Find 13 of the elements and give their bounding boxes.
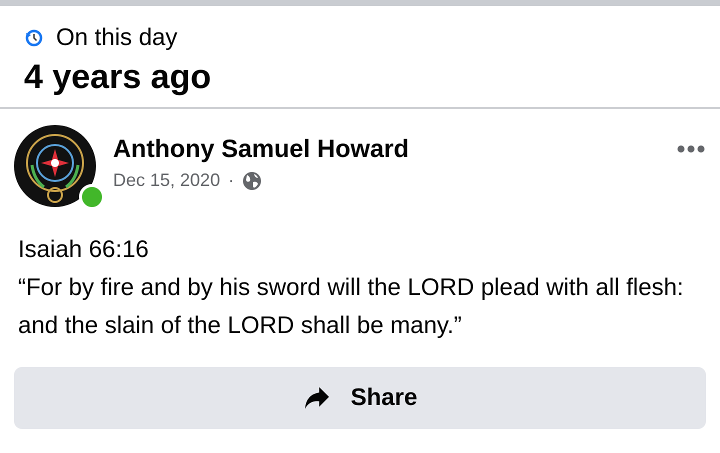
share-button[interactable]: Share xyxy=(14,367,706,429)
post-date[interactable]: Dec 15, 2020 xyxy=(113,170,220,191)
history-icon xyxy=(24,28,44,48)
globe-icon xyxy=(242,170,262,190)
separator: · xyxy=(228,170,234,191)
post-text: “For by fire and by his sword will the LORD plead with all flesh: and the slain of the LORD shall be many.” xyxy=(18,273,685,341)
share-arrow-icon xyxy=(302,386,331,410)
memory-label: On this day xyxy=(56,24,178,52)
more-options-icon[interactable] xyxy=(677,145,705,153)
post-text: Isaiah 66:16 xyxy=(18,235,150,265)
author-name[interactable]: Anthony Samuel Howard xyxy=(113,135,677,164)
avatar-icon xyxy=(14,125,96,207)
memory-title: 4 years ago xyxy=(24,58,212,97)
